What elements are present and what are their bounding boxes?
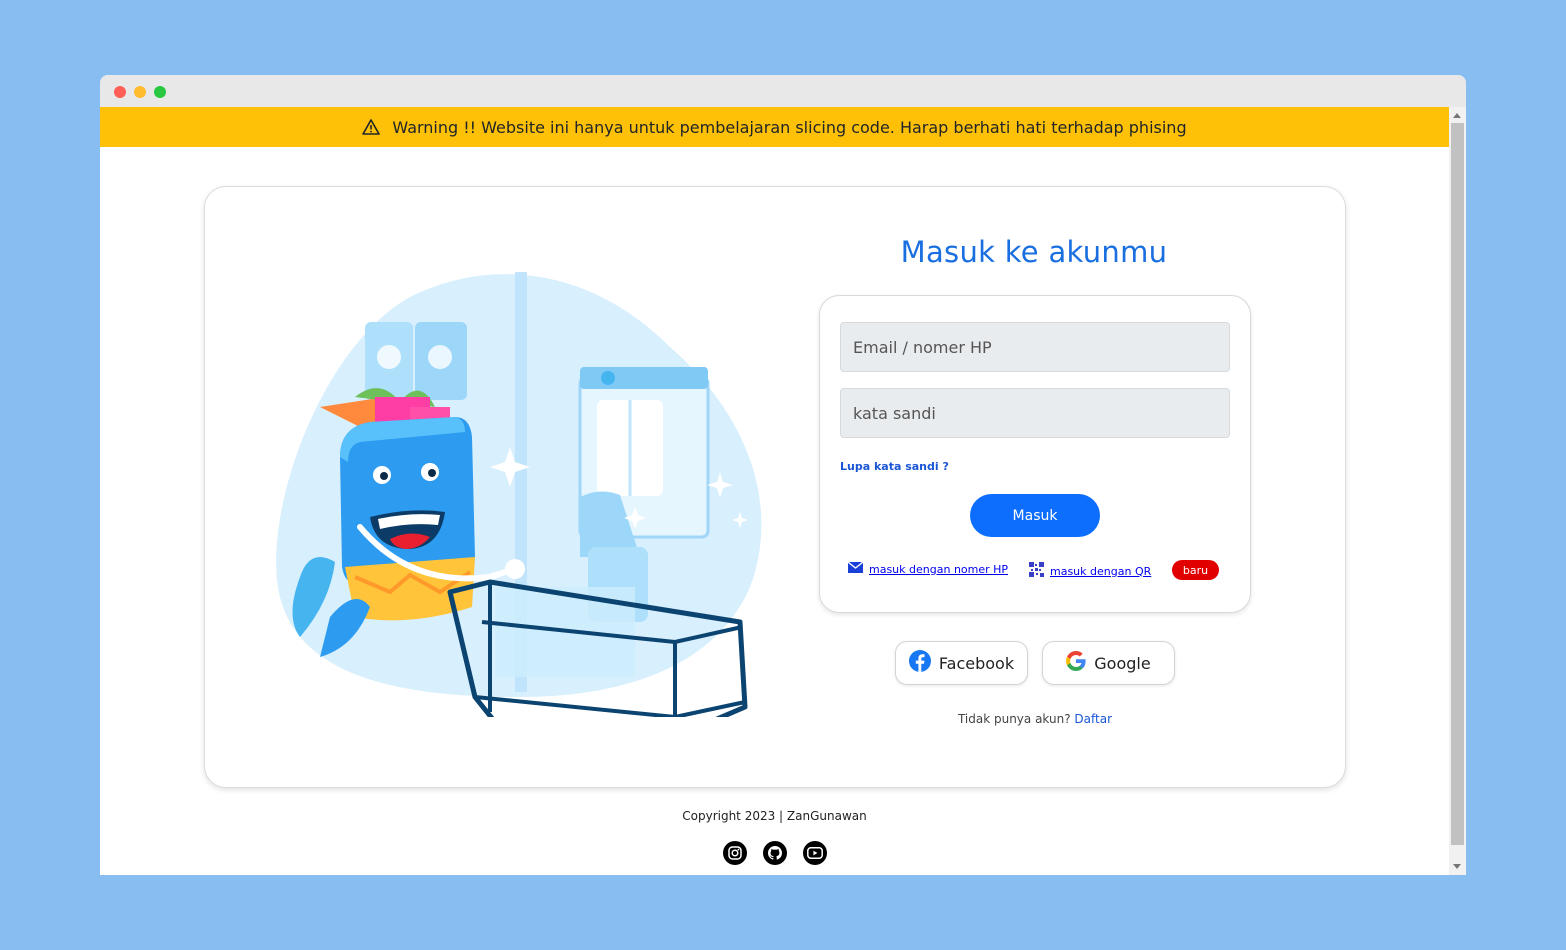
footer-social-links <box>100 841 1449 865</box>
login-with-qr-link[interactable]: masuk dengan QR <box>1029 562 1151 580</box>
login-title: Masuk ke akunmu <box>900 235 1168 269</box>
github-icon[interactable] <box>762 841 787 865</box>
email-input[interactable] <box>840 322 1230 372</box>
warning-banner: Warning !! Website ini hanya untuk pembe… <box>100 107 1449 147</box>
login-with-phone-label: masuk dengan nomer HP <box>869 562 1009 576</box>
google-icon <box>1066 651 1094 675</box>
password-input[interactable] <box>840 388 1230 438</box>
forgot-password-link[interactable]: Lupa kata sandi ? <box>840 460 949 473</box>
minimize-window-button[interactable] <box>134 86 146 98</box>
google-label: Google <box>1094 653 1151 673</box>
copyright-text: Copyright 2023 | ZanGunawan <box>682 809 867 823</box>
facebook-login-button[interactable]: Facebook <box>895 641 1028 685</box>
warning-text: Warning !! Website ini hanya untuk pembe… <box>392 117 1187 137</box>
facebook-icon <box>908 650 939 676</box>
maximize-window-button[interactable] <box>154 86 166 98</box>
browser-window: Warning !! Website ini hanya untuk pembe… <box>100 75 1466 875</box>
shopping-mascot-illustration <box>260 257 780 740</box>
login-with-qr-label: masuk dengan QR <box>1050 564 1152 578</box>
login-with-phone-link[interactable]: masuk dengan nomer HP <box>847 561 1009 576</box>
signup-prompt: Tidak punya akun? Daftar <box>819 712 1251 726</box>
close-window-button[interactable] <box>114 86 126 98</box>
warning-triangle-icon <box>362 118 381 136</box>
login-card: Masuk ke akunmu Lupa kata sandi ? Masuk … <box>204 186 1346 788</box>
facebook-label: Facebook <box>938 653 1015 673</box>
alternative-login-row: masuk dengan nomer HP masuk dengan QR ba… <box>847 560 1228 580</box>
scrollbar-thumb[interactable] <box>1451 123 1464 845</box>
vertical-scrollbar[interactable] <box>1449 107 1466 875</box>
page-viewport: Warning !! Website ini hanya untuk pembe… <box>100 107 1449 875</box>
new-badge: baru <box>1172 560 1219 580</box>
qr-code-icon <box>1029 562 1050 580</box>
login-form: Lupa kata sandi ? Masuk masuk dengan nom… <box>819 295 1251 613</box>
window-titlebar <box>100 75 1466 107</box>
google-login-button[interactable]: Google <box>1042 641 1175 685</box>
signup-prompt-text: Tidak punya akun? <box>957 712 1071 726</box>
scroll-up-arrow-icon[interactable] <box>1453 113 1461 118</box>
signup-link[interactable]: Daftar <box>1074 712 1112 726</box>
login-button[interactable]: Masuk <box>970 494 1100 537</box>
youtube-icon[interactable] <box>802 841 827 865</box>
envelope-icon <box>847 561 869 576</box>
scroll-down-arrow-icon[interactable] <box>1453 864 1461 869</box>
instagram-icon[interactable] <box>722 841 747 865</box>
